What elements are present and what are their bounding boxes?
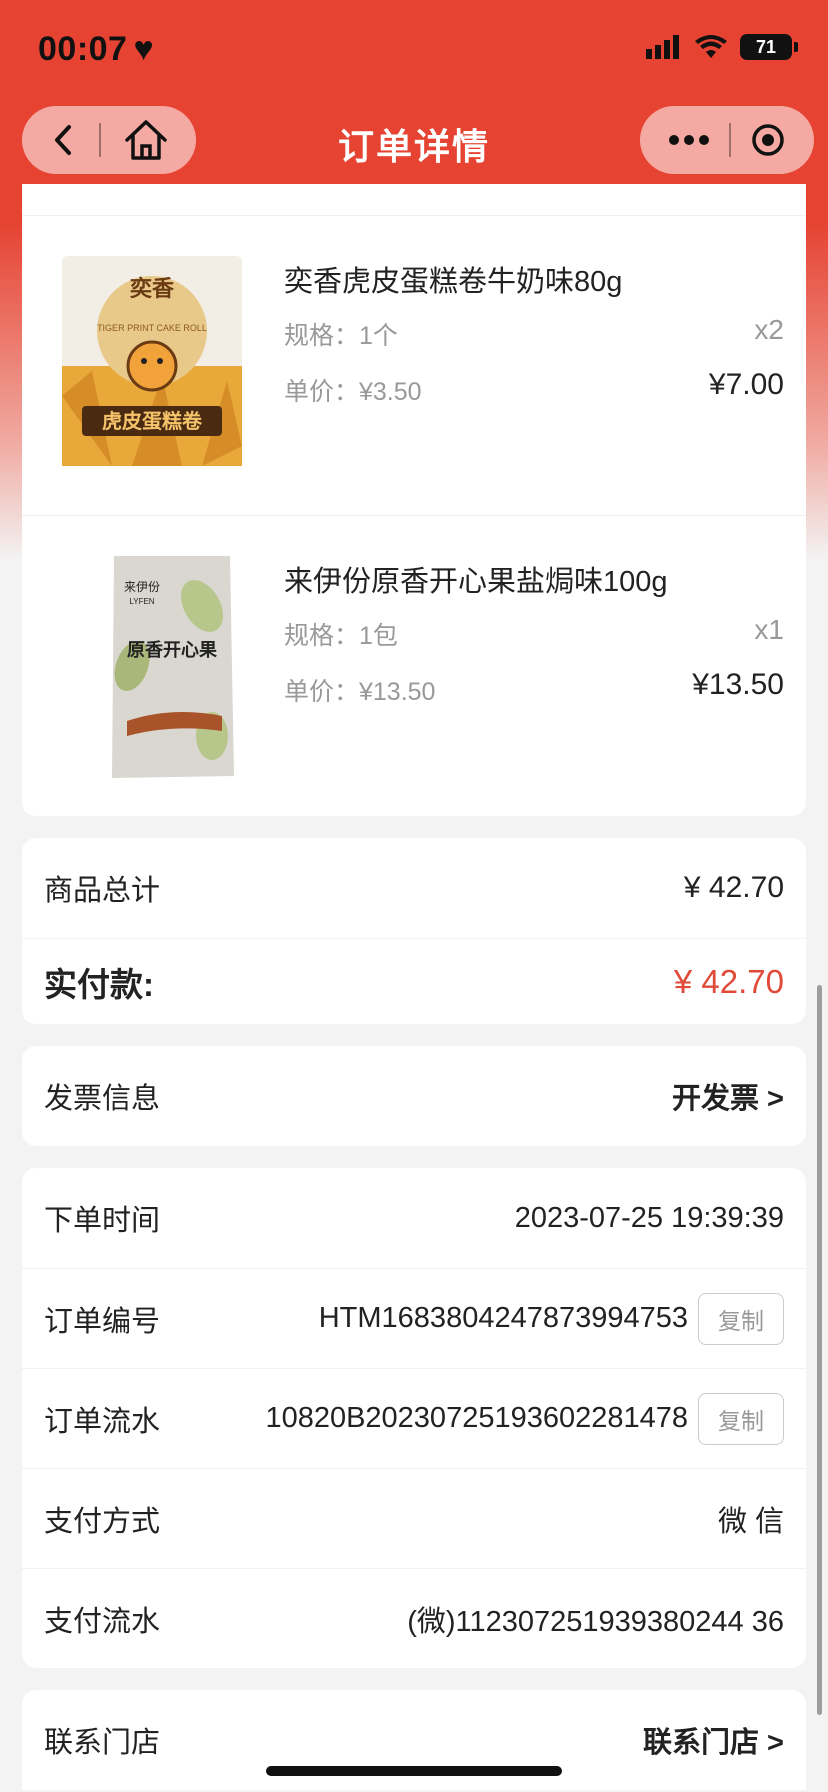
order-number-row: 订单编号 HTM1683804247873994753 复制	[22, 1268, 806, 1368]
order-time-value: 2023-07-25 19:39:39	[514, 1201, 784, 1234]
pay-serial-row: 支付流水 (微)112307251939380244 36	[22, 1568, 806, 1668]
invoice-card: 发票信息 开发票 >	[22, 1046, 806, 1146]
status-bar: 00:07 ♥ 71	[0, 0, 828, 100]
summary-card: 商品总计 ¥ 42.70 实付款: ¥ 42.70	[22, 838, 806, 1024]
capsule-divider	[728, 123, 731, 157]
close-target-icon[interactable]	[750, 122, 786, 158]
product-spec: 规格：1个	[284, 322, 398, 350]
product-item[interactable]: 奕香 TIGER PRINT CAKE ROLL 虎皮蛋糕卷 奕香虎皮蛋糕卷牛奶…	[22, 215, 806, 515]
product-image-cake-roll: 奕香 TIGER PRINT CAKE ROLL 虎皮蛋糕卷	[62, 256, 242, 466]
product-pack-text: 原香开心果	[127, 640, 218, 660]
order-time-row: 下单时间 2023-07-25 19:39:39	[22, 1168, 806, 1268]
paid-value: ¥ 42.70	[673, 962, 784, 1000]
pay-serial-label: 支付流水	[44, 1605, 161, 1638]
product-spec: 规格：1包	[284, 622, 398, 650]
clock: 00:07	[38, 30, 128, 68]
product-brand-text: 奕香	[130, 276, 174, 301]
signal-icon	[646, 35, 679, 59]
pay-serial-value: (微)112307251939380244 36	[407, 1605, 784, 1638]
order-number-group: HTM1683804247873994753 复制	[318, 1292, 784, 1345]
goods-total-value: ¥ 42.70	[683, 871, 784, 904]
product-total: ¥13.50	[692, 668, 784, 701]
product-image-pistachio: 来伊份 LYFEN 原香开心果	[112, 556, 234, 778]
invoice-row[interactable]: 发票信息 开发票 >	[22, 1046, 806, 1146]
product-brand-en-text: LYFEN	[129, 597, 154, 606]
paid-row: 实付款: ¥ 42.70	[22, 938, 806, 1024]
product-qty: x2	[754, 314, 784, 345]
product-pack-text: 虎皮蛋糕卷	[102, 409, 203, 433]
pay-method-value: 微 信	[717, 1505, 784, 1538]
product-unit-price: 单价：¥3.50	[284, 378, 422, 406]
product-qty: x1	[754, 614, 784, 645]
invoice-action[interactable]: 开发票 >	[672, 1075, 784, 1117]
nav-capsule-right	[640, 106, 814, 174]
pay-method-row: 支付方式 微 信	[22, 1468, 806, 1568]
product-item[interactable]: 来伊份 LYFEN 原香开心果 来伊份原香开心果盐焗味100g 规格：1包 x1…	[22, 515, 806, 815]
invoice-label: 发票信息	[44, 1083, 161, 1115]
product-total: ¥7.00	[708, 368, 784, 401]
wifi-icon	[695, 35, 727, 58]
order-number-label: 订单编号	[44, 1305, 161, 1338]
store-label: 联系门店	[44, 1727, 161, 1759]
goods-total-label: 商品总计	[44, 875, 161, 907]
heart-icon: ♥	[133, 30, 155, 68]
product-brand-text: 来伊份	[124, 580, 160, 594]
product-sub-text: TIGER PRINT CAKE ROLL	[97, 323, 207, 333]
copy-order-serial-button[interactable]: 复制	[698, 1392, 784, 1445]
battery-icon: 71	[740, 34, 798, 60]
status-time: 00:07 ♥	[38, 30, 154, 69]
products-card: 奕香 TIGER PRINT CAKE ROLL 虎皮蛋糕卷 奕香虎皮蛋糕卷牛奶…	[22, 184, 806, 816]
status-icons: 71	[646, 34, 798, 60]
copy-order-number-button[interactable]: 复制	[698, 1292, 784, 1345]
order-serial-value: 10820B20230725193602281478	[265, 1402, 688, 1434]
order-number-value: HTM1683804247873994753	[318, 1302, 688, 1334]
order-serial-group: 10820B20230725193602281478 复制	[265, 1392, 784, 1445]
order-time-label: 下单时间	[44, 1205, 161, 1237]
scrollbar[interactable]	[817, 985, 822, 1715]
order-serial-row: 订单流水 10820B20230725193602281478 复制	[22, 1368, 806, 1468]
goods-total-row: 商品总计 ¥ 42.70	[22, 838, 806, 938]
order-info-card: 下单时间 2023-07-25 19:39:39 订单编号 HTM1683804…	[22, 1168, 806, 1668]
more-icon[interactable]	[668, 134, 710, 146]
order-serial-label: 订单流水	[44, 1405, 161, 1438]
product-unit-price: 单价：¥13.50	[284, 678, 436, 706]
product-name: 奕香虎皮蛋糕卷牛奶味80g	[284, 266, 623, 298]
nav-bar: 订单详情	[0, 104, 828, 180]
product-name: 来伊份原香开心果盐焗味100g	[284, 566, 668, 598]
pay-method-label: 支付方式	[44, 1505, 161, 1538]
home-indicator	[266, 1766, 562, 1776]
paid-label: 实付款:	[44, 965, 154, 1003]
store-action[interactable]: 联系门店 >	[643, 1719, 784, 1761]
